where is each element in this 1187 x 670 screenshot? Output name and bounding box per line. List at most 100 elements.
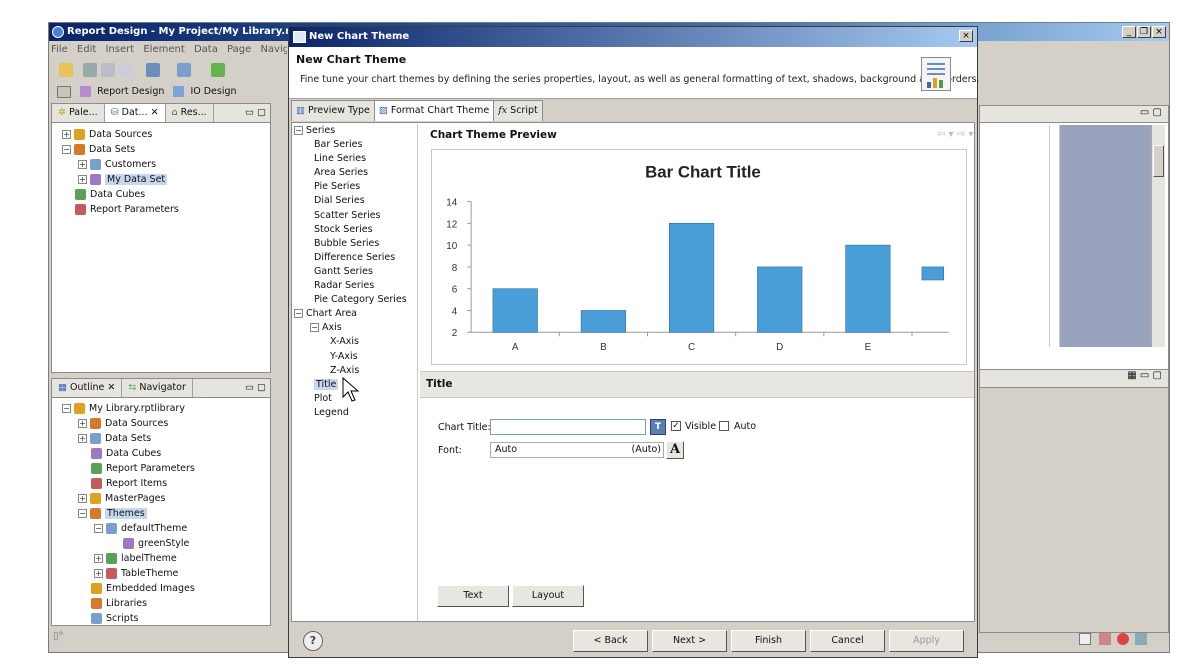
expand-icon[interactable]: +: [78, 160, 87, 169]
preview-nav-arrows[interactable]: ⇦ ▾ ⇨ ▾: [937, 129, 973, 140]
tree-item-chart-area[interactable]: − Chart Area: [294, 307, 417, 321]
tab-preview-type[interactable]: ▥ Preview Type: [291, 100, 375, 121]
tree-item-customers[interactable]: + Customers: [62, 157, 270, 172]
open-perspective-icon[interactable]: [57, 85, 71, 98]
tree-item-axis[interactable]: − Axis: [294, 321, 417, 335]
save-icon[interactable]: [83, 63, 97, 77]
tab-palette[interactable]: ✲ Pale...: [52, 104, 105, 122]
collapse-icon[interactable]: −: [294, 126, 303, 135]
tree-item-scatter-series[interactable]: Scatter Series: [294, 209, 417, 223]
tree-item-scripts[interactable]: Scripts: [62, 611, 270, 626]
next-button[interactable]: Next >: [652, 630, 727, 652]
menu-element[interactable]: Element: [143, 44, 184, 55]
cancel-button[interactable]: Cancel: [810, 630, 885, 652]
tree-item-line-series[interactable]: Line Series: [294, 152, 417, 166]
font-editor-button[interactable]: A: [666, 441, 684, 459]
tree-item-bubble-series[interactable]: Bubble Series: [294, 237, 417, 251]
tab-resource-explorer[interactable]: ⌂ Res...: [166, 104, 214, 122]
collapse-icon[interactable]: −: [78, 509, 87, 518]
scrollbar-thumb[interactable]: [1153, 145, 1164, 177]
close-window-button[interactable]: ×: [1152, 26, 1166, 38]
tab-outline[interactable]: ▦ Outline ✕: [52, 379, 123, 397]
tree-item-area-series[interactable]: Area Series: [294, 166, 417, 180]
collapse-icon[interactable]: −: [94, 524, 103, 533]
expand-icon[interactable]: +: [62, 130, 71, 139]
tree-item-x-axis[interactable]: X-Axis: [294, 335, 417, 349]
trim-icon-2[interactable]: [1099, 633, 1111, 645]
collapse-icon[interactable]: −: [62, 145, 71, 154]
expand-icon[interactable]: +: [78, 434, 87, 443]
tree-item-embedded-images[interactable]: Embedded Images: [62, 581, 270, 596]
tree-item-difference-series[interactable]: Difference Series: [294, 251, 417, 265]
menu-page[interactable]: Page: [227, 44, 251, 55]
tree-item-my-data-set[interactable]: + My Data Set: [62, 172, 270, 187]
expression-builder-button[interactable]: T: [650, 419, 666, 435]
menu-data[interactable]: Data: [194, 44, 218, 55]
menu-insert[interactable]: Insert: [105, 44, 134, 55]
property-minmax-icon[interactable]: ▦ ▭ ▢: [1127, 370, 1162, 381]
tree-item-report-parameters[interactable]: Report Parameters: [62, 461, 270, 476]
publish-icon[interactable]: [211, 63, 225, 77]
tree-item-my-library-rptlibrary[interactable]: − My Library.rptlibrary: [62, 401, 270, 416]
tree-item-pie-category-series[interactable]: Pie Category Series: [294, 293, 417, 307]
tree-item-data-cubes[interactable]: Data Cubes: [62, 446, 270, 461]
menu-edit[interactable]: Edit: [77, 44, 96, 55]
print-icon[interactable]: [119, 63, 133, 77]
tree-item-z-axis[interactable]: Z-Axis: [294, 364, 417, 378]
tab-navigator[interactable]: ⇆ Navigator: [122, 379, 193, 397]
tree-item-defaulttheme[interactable]: − defaultTheme: [62, 521, 270, 536]
expand-icon[interactable]: +: [78, 175, 87, 184]
tree-item-tabletheme[interactable]: + TableTheme: [62, 566, 270, 581]
help-button[interactable]: ?: [303, 631, 323, 651]
preview-icon[interactable]: [146, 63, 160, 77]
tree-item-masterpages[interactable]: + MasterPages: [62, 491, 270, 506]
tree-item-legend[interactable]: Legend: [294, 406, 417, 420]
tab-format-chart-theme[interactable]: ▨ Format Chart Theme: [373, 100, 495, 121]
tree-item-data-sources[interactable]: + Data Sources: [62, 416, 270, 431]
editor-scrollbar[interactable]: [1151, 125, 1165, 347]
tree-item-report-items[interactable]: Report Items: [62, 476, 270, 491]
tree-item-gantt-series[interactable]: Gantt Series: [294, 265, 417, 279]
layout-button[interactable]: Layout: [512, 585, 584, 607]
back-button[interactable]: < Back: [573, 630, 648, 652]
tree-item-data-sets[interactable]: − Data Sets: [62, 142, 270, 157]
tree-item-pie-series[interactable]: Pie Series: [294, 180, 417, 194]
tree-item-data-cubes[interactable]: Data Cubes: [62, 187, 270, 202]
tree-item-radar-series[interactable]: Radar Series: [294, 279, 417, 293]
restore-button[interactable]: ❐: [1137, 26, 1151, 38]
menu-navigate[interactable]: Navigate: [260, 44, 287, 55]
expand-icon[interactable]: +: [78, 494, 87, 503]
text-button[interactable]: Text: [437, 585, 509, 607]
expand-icon[interactable]: +: [94, 569, 103, 578]
collapse-icon[interactable]: −: [294, 309, 303, 319]
menu-file[interactable]: File: [51, 44, 68, 55]
run-icon[interactable]: [177, 63, 191, 77]
auto-checkbox[interactable]: [719, 421, 729, 431]
tree-item-y-axis[interactable]: Y-Axis: [294, 350, 417, 364]
fast-view-icon[interactable]: ▯°: [53, 631, 73, 649]
save-all-icon[interactable]: [101, 63, 115, 77]
perspective-report-design[interactable]: Report Design: [97, 86, 164, 97]
tree-item-themes[interactable]: − Themes: [62, 506, 270, 521]
tree-item-report-parameters[interactable]: Report Parameters: [62, 202, 270, 217]
perspective-io-design[interactable]: IO Design: [190, 86, 236, 97]
new-icon[interactable]: [59, 63, 73, 77]
outline-minmax-icon[interactable]: ▭ ▢: [245, 379, 266, 397]
tree-item-libraries[interactable]: Libraries: [62, 596, 270, 611]
dialog-close-button[interactable]: ×: [959, 30, 973, 42]
view-minmax-icon[interactable]: ▭ ▢: [245, 104, 266, 122]
apply-button[interactable]: Apply: [889, 630, 964, 652]
tree-item-dial-series[interactable]: Dial Series: [294, 194, 417, 208]
trim-icon-4[interactable]: [1135, 633, 1147, 645]
expand-icon[interactable]: +: [94, 554, 103, 563]
tree-item-bar-series[interactable]: Bar Series: [294, 138, 417, 152]
expand-icon[interactable]: +: [78, 419, 87, 428]
tree-item-stock-series[interactable]: Stock Series: [294, 223, 417, 237]
tree-item-greenstyle[interactable]: greenStyle: [62, 536, 270, 551]
tree-item-labeltheme[interactable]: + labelTheme: [62, 551, 270, 566]
tree-item-series[interactable]: − Series: [294, 124, 417, 138]
tree-item-data-sources[interactable]: + Data Sources: [62, 127, 270, 142]
visible-checkbox[interactable]: ✓: [671, 421, 681, 431]
tab-script[interactable]: fx Script: [493, 100, 543, 121]
chart-title-input[interactable]: [490, 419, 646, 435]
